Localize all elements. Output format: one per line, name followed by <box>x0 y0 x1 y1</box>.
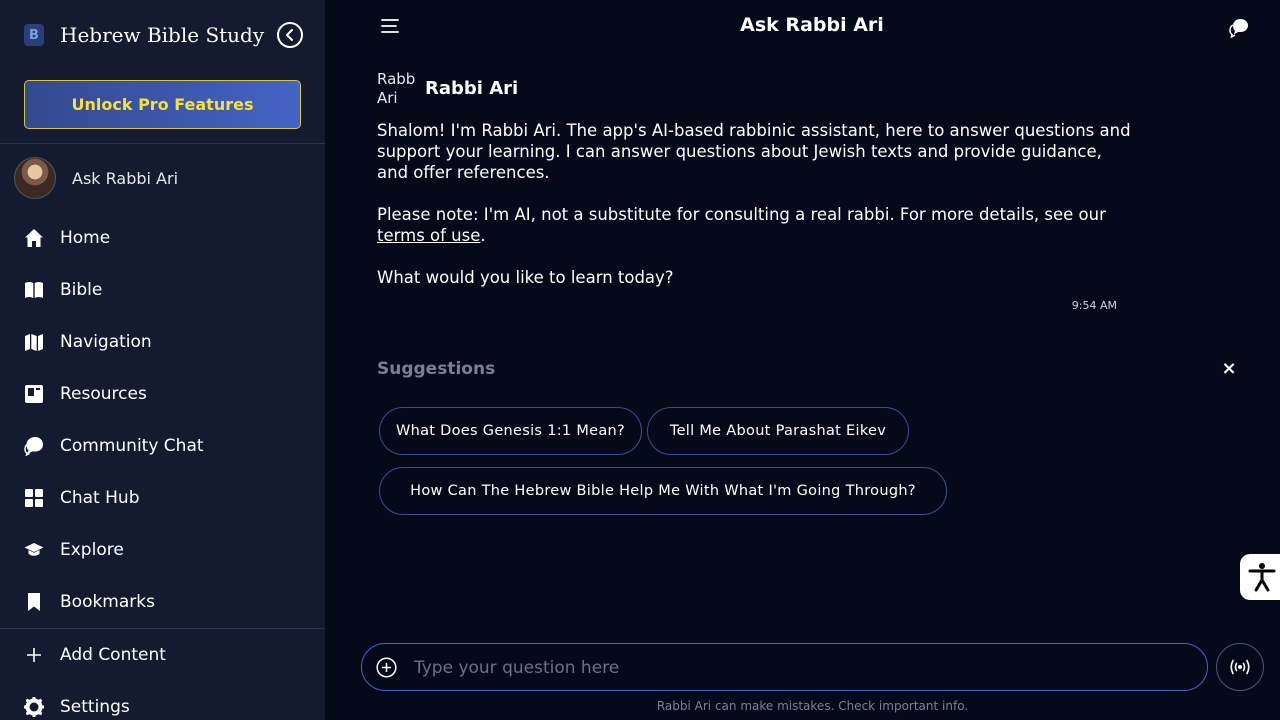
message-timestamp: 9:54 AM <box>1071 299 1117 312</box>
sidebar-item-label: Navigation <box>60 332 152 352</box>
sidebar-item-label: Explore <box>60 540 124 560</box>
suggestion-chip[interactable]: What Does Genesis 1:1 Mean? <box>379 407 642 455</box>
broadcast-icon <box>1230 659 1250 675</box>
sidebar-item-bible[interactable]: Bible <box>24 277 102 303</box>
chat-icon <box>24 436 44 456</box>
map-icon <box>24 332 44 352</box>
message-paragraph: What would you like to learn today? <box>377 268 674 287</box>
grid-icon <box>24 488 44 508</box>
attach-button[interactable] <box>376 657 397 678</box>
sidebar-item-label: Chat Hub <box>60 488 140 508</box>
plus-icon <box>24 645 44 665</box>
accessibility-button[interactable] <box>1240 554 1280 600</box>
sidebar-item-label: Ask Rabbi Ari <box>72 168 179 188</box>
sidebar-item-chat-hub[interactable]: Chat Hub <box>24 485 139 511</box>
plus-circle-icon <box>376 657 397 678</box>
hamburger-icon <box>381 19 399 33</box>
message-body: Shalom! I'm Rabbi Ari. The app's AI-base… <box>377 120 1137 309</box>
gear-icon <box>24 697 44 717</box>
sidebar-item-resources[interactable]: Resources <box>24 381 147 407</box>
sidebar-item-add-content[interactable]: Add Content <box>24 642 166 668</box>
sidebar-item-label: Community Chat <box>60 436 204 456</box>
message-paragraph: Shalom! I'm Rabbi Ari. The app's AI-base… <box>377 121 1131 182</box>
sidebar-divider <box>0 628 325 629</box>
message-text: . <box>480 226 486 245</box>
accessibility-icon <box>1248 563 1276 592</box>
suggestions-title: Suggestions <box>377 359 496 379</box>
disclaimer-text: Rabbi Ari can make mistakes. Check impor… <box>656 699 969 713</box>
sidebar-item-label: Home <box>60 228 111 248</box>
sidebar-item-label: Settings <box>60 697 130 717</box>
message-paragraph: Please note: I'm AI, not a substitute fo… <box>377 204 1137 246</box>
sidebar-item-label: Bookmarks <box>60 592 155 612</box>
brand-logo-icon: B <box>24 24 44 46</box>
chat-bubbles-icon <box>1229 19 1248 39</box>
bookmark-icon <box>24 592 44 612</box>
graduation-cap-icon <box>24 540 44 560</box>
voice-input-button[interactable] <box>1216 643 1264 691</box>
message-text: Please note: I'm AI, not a substitute fo… <box>377 205 1106 224</box>
brand-title: Hebrew Bible Study <box>60 23 265 47</box>
book-icon <box>24 280 44 300</box>
question-input[interactable] <box>414 653 1184 683</box>
sidebar: B Hebrew Bible Study Unlock Pro Features… <box>0 0 325 720</box>
message-avatar-image: Rabbi Ari <box>377 70 415 107</box>
sidebar-item-bookmarks[interactable]: Bookmarks <box>24 589 155 615</box>
sidebar-item-ask-rabbi[interactable]: Ask Rabbi Ari <box>14 157 178 199</box>
page-title: Ask Rabbi Ari <box>740 14 884 36</box>
message-sender: Rabbi Ari <box>425 78 519 99</box>
sidebar-item-explore[interactable]: Explore <box>24 537 124 563</box>
sidebar-item-label: Bible <box>60 280 103 300</box>
new-chat-button[interactable] <box>1229 18 1249 39</box>
suggestion-chip[interactable]: Tell Me About Parashat Eikev <box>647 407 909 455</box>
question-input-bar <box>361 643 1208 691</box>
terms-of-use-link[interactable]: terms of use <box>377 226 480 245</box>
suggestion-chip[interactable]: How Can The Hebrew Bible Help Me With Wh… <box>379 467 947 515</box>
sidebar-item-label: Add Content <box>60 645 166 665</box>
close-suggestions-button[interactable]: × <box>1220 359 1238 379</box>
brand[interactable]: B Hebrew Bible Study <box>24 22 264 48</box>
chevron-left-icon <box>286 29 293 41</box>
rabbi-avatar <box>14 157 56 199</box>
resources-icon <box>24 384 44 404</box>
unlock-pro-button[interactable]: Unlock Pro Features <box>24 80 301 129</box>
home-icon <box>24 228 44 248</box>
sidebar-item-navigation[interactable]: Navigation <box>24 329 152 355</box>
sidebar-item-community-chat[interactable]: Community Chat <box>24 433 204 459</box>
sidebar-item-label: Resources <box>60 384 147 404</box>
collapse-sidebar-button[interactable] <box>277 22 303 48</box>
menu-button[interactable] <box>381 18 399 34</box>
sidebar-item-settings[interactable]: Settings <box>24 694 130 720</box>
sidebar-divider <box>0 143 325 144</box>
sidebar-item-home[interactable]: Home <box>24 225 110 251</box>
